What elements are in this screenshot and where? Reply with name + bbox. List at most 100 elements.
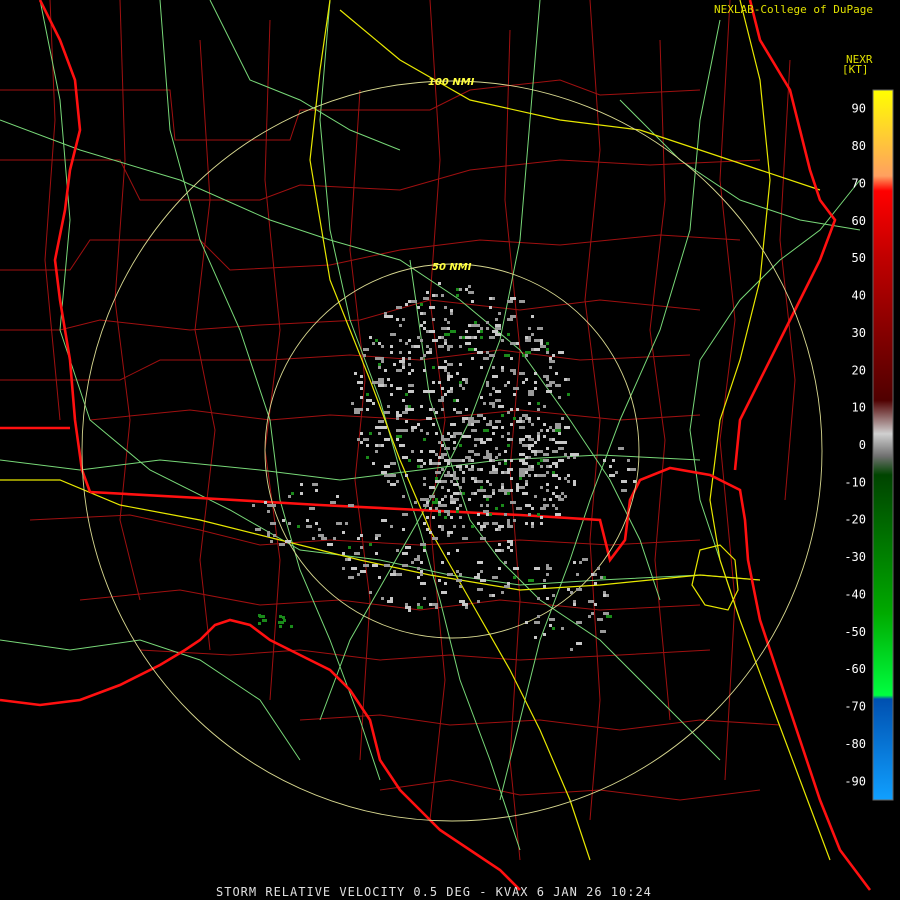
velocity-echo-pixel xyxy=(300,483,303,486)
velocity-echo-pixel xyxy=(462,471,465,474)
velocity-echo-pixel xyxy=(402,456,408,459)
velocity-echo-pixel xyxy=(510,357,513,360)
velocity-echo-pixel xyxy=(483,510,489,513)
velocity-echo-pixel xyxy=(510,549,513,552)
velocity-echo-pixel xyxy=(381,444,384,447)
velocity-echo-pixel xyxy=(438,462,441,465)
velocity-echo-pixel xyxy=(285,540,291,543)
velocity-echo-pixel xyxy=(459,384,462,387)
velocity-echo-pixel xyxy=(378,381,384,384)
velocity-echo-pixel xyxy=(333,537,336,540)
velocity-echo-pixel xyxy=(378,432,381,435)
velocity-echo-pixel xyxy=(408,363,411,366)
velocity-echo-pixel xyxy=(552,594,555,597)
velocity-echo-pixel xyxy=(534,495,537,498)
velocity-echo-pixel xyxy=(564,477,567,480)
velocity-echo-pixel xyxy=(441,387,444,390)
velocity-echo-pixel xyxy=(618,447,624,450)
velocity-echo-pixel xyxy=(453,441,456,444)
scale-tick-label: 40 xyxy=(852,289,866,303)
velocity-echo-pixel xyxy=(516,420,522,423)
scale-tick-label: -40 xyxy=(844,588,866,602)
velocity-echo-pixel xyxy=(546,351,549,354)
velocity-echo-pixel xyxy=(336,522,342,525)
velocity-echo-pixel xyxy=(366,456,369,459)
velocity-echo-pixel xyxy=(468,285,471,288)
velocity-echo-pixel xyxy=(540,507,546,510)
velocity-echo-pixel xyxy=(498,405,504,408)
velocity-echo-pixel xyxy=(420,561,423,564)
velocity-echo-pixel xyxy=(477,561,483,564)
velocity-echo-pixel xyxy=(531,450,537,453)
velocity-echo-pixel xyxy=(405,405,408,408)
velocity-echo-pixel xyxy=(468,450,474,453)
velocity-echo-pixel xyxy=(507,540,513,543)
velocity-echo-pixel xyxy=(456,549,459,552)
velocity-echo-pixel xyxy=(477,480,483,483)
velocity-echo-pixel xyxy=(438,381,441,384)
velocity-echo-pixel xyxy=(546,597,549,600)
velocity-echo-pixel xyxy=(528,402,531,405)
velocity-echo-pixel xyxy=(507,519,510,522)
velocity-echo-pixel xyxy=(441,435,444,438)
velocity-echo-pixel xyxy=(405,474,408,477)
velocity-echo-pixel xyxy=(543,504,549,507)
velocity-echo-pixel xyxy=(390,345,393,348)
credit-label: NEXLAB-College of DuPage xyxy=(714,3,873,16)
velocity-echo-pixel xyxy=(510,459,513,462)
velocity-echo-pixel xyxy=(504,462,507,465)
velocity-echo-pixel xyxy=(447,321,450,324)
velocity-echo-pixel xyxy=(534,381,537,384)
velocity-echo-pixel xyxy=(378,576,381,579)
velocity-echo-pixel xyxy=(477,513,480,516)
velocity-echo-pixel xyxy=(474,453,480,456)
velocity-echo-pixel xyxy=(546,564,549,567)
velocity-echo-pixel xyxy=(465,456,471,459)
velocity-echo-pixel xyxy=(528,327,531,330)
velocity-echo-pixel xyxy=(408,339,411,342)
velocity-echo-pixel xyxy=(408,300,411,303)
velocity-echo-pixel xyxy=(363,564,369,567)
velocity-echo-pixel xyxy=(447,390,450,393)
velocity-echo-pixel xyxy=(450,459,456,462)
velocity-echo-pixel xyxy=(459,363,462,366)
velocity-echo-pixel xyxy=(252,504,255,507)
velocity-echo-pixel xyxy=(282,616,285,619)
velocity-echo-pixel xyxy=(384,369,387,372)
velocity-echo-pixel xyxy=(432,603,438,606)
velocity-echo-pixel xyxy=(281,621,284,624)
velocity-echo-pixel xyxy=(411,426,417,429)
velocity-echo-pixel xyxy=(522,414,528,417)
velocity-echo-pixel xyxy=(447,489,450,492)
velocity-echo-pixel xyxy=(456,498,459,501)
velocity-echo-pixel xyxy=(507,444,510,447)
velocity-echo-pixel xyxy=(477,489,483,492)
velocity-echo-pixel xyxy=(519,417,522,420)
velocity-echo-pixel xyxy=(588,600,594,603)
velocity-echo-pixel xyxy=(504,384,507,387)
velocity-echo-pixel xyxy=(417,423,420,426)
velocity-echo-pixel xyxy=(408,609,411,612)
velocity-echo-pixel xyxy=(495,318,498,321)
velocity-echo-pixel xyxy=(444,369,447,372)
velocity-echo-pixel xyxy=(519,459,525,462)
scale-tick-label: 50 xyxy=(852,251,866,265)
velocity-echo-pixel xyxy=(423,369,426,372)
velocity-echo-pixel xyxy=(495,522,498,525)
velocity-echo-pixel xyxy=(420,357,423,360)
velocity-echo-pixel xyxy=(513,369,516,372)
velocity-echo-pixel xyxy=(369,591,372,594)
velocity-echo-pixel xyxy=(474,576,480,579)
velocity-echo-pixel xyxy=(489,354,495,357)
velocity-echo-pixel xyxy=(453,471,456,474)
velocity-echo-pixel xyxy=(474,492,477,495)
velocity-echo-pixel xyxy=(426,330,429,333)
velocity-echo-pixel xyxy=(603,612,609,615)
velocity-echo-pixel xyxy=(543,423,546,426)
velocity-echo-pixel xyxy=(438,510,441,513)
velocity-echo-pixel xyxy=(456,465,462,468)
velocity-echo-pixel xyxy=(429,306,435,309)
velocity-echo-pixel xyxy=(291,492,294,495)
velocity-echo-pixel xyxy=(444,360,447,363)
velocity-echo-pixel xyxy=(447,375,453,378)
